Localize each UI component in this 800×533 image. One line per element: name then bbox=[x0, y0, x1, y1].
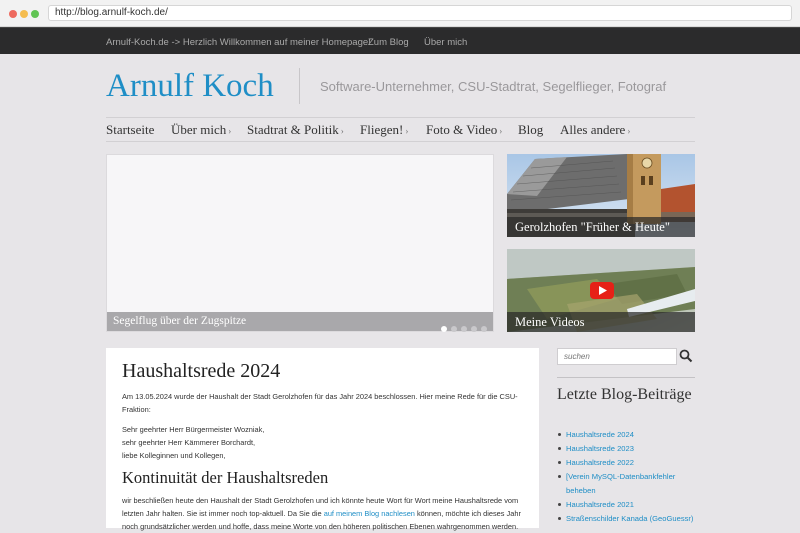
menu-item-stadtrat-politik[interactable]: Stadtrat & Politik › bbox=[247, 122, 344, 138]
slide-dot[interactable] bbox=[461, 326, 467, 332]
menu-item-label: Foto & Video bbox=[426, 122, 498, 137]
recent-post-link[interactable]: Straßenschilder Kanada (GeoGuessr) bbox=[557, 512, 697, 526]
top-navigation: Arnulf-Koch.de -> Herzlich Willkommen au… bbox=[0, 27, 800, 54]
slider-pagination bbox=[437, 319, 487, 337]
blog-link[interactable]: auf meinem Blog nachlesen bbox=[324, 509, 415, 518]
post-salutation-3: liebe Kolleginnen und Kollegen, bbox=[122, 451, 226, 460]
post-body-text: letzten Jahr halten. Sie ist immer noch … bbox=[122, 509, 324, 518]
slide-dot[interactable] bbox=[481, 326, 487, 332]
feature-caption-bar: Gerolzhofen "Früher & Heute" bbox=[507, 217, 695, 237]
post-article: Haushaltsrede 2024 Am 13.05.2024 wurde d… bbox=[106, 348, 539, 531]
chevron-right-icon: › bbox=[340, 126, 344, 136]
menu-item-label: Blog bbox=[518, 122, 544, 137]
menu-item-label: Über mich bbox=[171, 122, 227, 137]
chevron-right-icon: › bbox=[405, 126, 409, 136]
chevron-right-icon: › bbox=[228, 126, 232, 136]
post-salutation-1: Sehr geehrter Herr Bürgermeister Wozniak… bbox=[122, 425, 265, 434]
menu-item-fliegen[interactable]: Fliegen! › bbox=[360, 122, 408, 138]
close-window-icon[interactable] bbox=[9, 10, 17, 18]
feature-caption[interactable]: Meine Videos bbox=[515, 315, 585, 330]
feature-videos[interactable]: Meine Videos bbox=[507, 249, 695, 332]
menu-item-label: Alles andere bbox=[560, 122, 626, 137]
menu-item-blog[interactable]: Blog bbox=[518, 122, 543, 138]
chevron-right-icon: › bbox=[627, 126, 631, 136]
post-body-line-1: wir beschließen heute den Haushalt der S… bbox=[122, 496, 519, 505]
address-bar[interactable]: http://blog.arnulf-koch.de/ bbox=[48, 5, 792, 21]
post-intro: Am 13.05.2024 wurde der Haushalt der Sta… bbox=[122, 392, 518, 414]
recent-post-link[interactable]: Haushaltsrede 2023 bbox=[557, 442, 697, 456]
featured-slider[interactable]: Segelflug über der Zugspitze bbox=[106, 154, 494, 332]
sidebar-divider bbox=[557, 377, 695, 378]
menu-item-label: Fliegen! bbox=[360, 122, 404, 137]
feature-gerolzhofen[interactable]: Gerolzhofen "Früher & Heute" bbox=[507, 154, 695, 237]
post-title[interactable]: Haushaltsrede 2024 bbox=[122, 360, 280, 383]
menu-top-border bbox=[106, 117, 695, 118]
minimize-window-icon[interactable] bbox=[20, 10, 28, 18]
post-salutation-2: sehr geehrter Herr Kämmerer Borchardt, bbox=[122, 438, 256, 447]
slide-dot[interactable] bbox=[451, 326, 457, 332]
post-body-line-3: noch grundsätzlicher werden und hoffe, d… bbox=[122, 522, 519, 531]
topnav-link-about[interactable]: Über mich bbox=[424, 37, 467, 48]
menu-item-startseite[interactable]: Startseite bbox=[106, 122, 154, 138]
slide-dot[interactable] bbox=[471, 326, 477, 332]
slider-caption[interactable]: Segelflug über der Zugspitze bbox=[113, 315, 246, 327]
maximize-window-icon[interactable] bbox=[31, 10, 39, 18]
search-icon[interactable] bbox=[679, 349, 693, 363]
recent-post-link[interactable]: [Verein MySQL-Datenbankfehler beheben bbox=[557, 470, 697, 498]
site-title[interactable]: Arnulf Koch bbox=[106, 68, 274, 105]
post-body-text: können, möchte ich dieses Jahr bbox=[414, 509, 521, 518]
menu-bottom-border bbox=[106, 141, 695, 142]
topnav-link-home[interactable]: Arnulf-Koch.de -> Herzlich Willkommen au… bbox=[106, 37, 371, 48]
header-divider bbox=[299, 68, 300, 104]
menu-item-label: Startseite bbox=[106, 122, 155, 137]
topnav-link-blog[interactable]: Zum Blog bbox=[368, 37, 409, 48]
menu-item-foto-video[interactable]: Foto & Video › bbox=[426, 122, 502, 138]
recent-posts-list: Haushaltsrede 2024 Haushaltsrede 2023 Ha… bbox=[557, 428, 697, 526]
recent-post-link[interactable]: Haushaltsrede 2021 bbox=[557, 498, 697, 512]
chevron-right-icon: › bbox=[499, 126, 503, 136]
recent-post-link[interactable]: Haushaltsrede 2024 bbox=[557, 428, 697, 442]
recent-post-link[interactable]: Haushaltsrede 2022 bbox=[557, 456, 697, 470]
menu-item-ueber-mich[interactable]: Über mich › bbox=[171, 122, 231, 138]
menu-item-label: Stadtrat & Politik bbox=[247, 122, 339, 137]
slider-caption-bar: Segelflug über der Zugspitze bbox=[107, 312, 493, 332]
feature-caption-bar: Meine Videos bbox=[507, 312, 695, 332]
post-body-line-2: letzten Jahr halten. Sie ist immer noch … bbox=[122, 507, 521, 520]
browser-toolbar: http://blog.arnulf-koch.de/ bbox=[0, 0, 800, 27]
menu-item-alles-andere[interactable]: Alles andere › bbox=[560, 122, 630, 138]
slide-dot[interactable] bbox=[441, 326, 447, 332]
search-input[interactable] bbox=[557, 348, 677, 365]
post-subheading: Kontinuität der Haushaltsreden bbox=[122, 468, 329, 487]
sidebar-heading: Letzte Blog-Beiträge bbox=[557, 386, 692, 403]
site-tagline: Software-Unternehmer, CSU-Stadtrat, Sege… bbox=[320, 79, 667, 94]
feature-caption[interactable]: Gerolzhofen "Früher & Heute" bbox=[515, 220, 670, 235]
